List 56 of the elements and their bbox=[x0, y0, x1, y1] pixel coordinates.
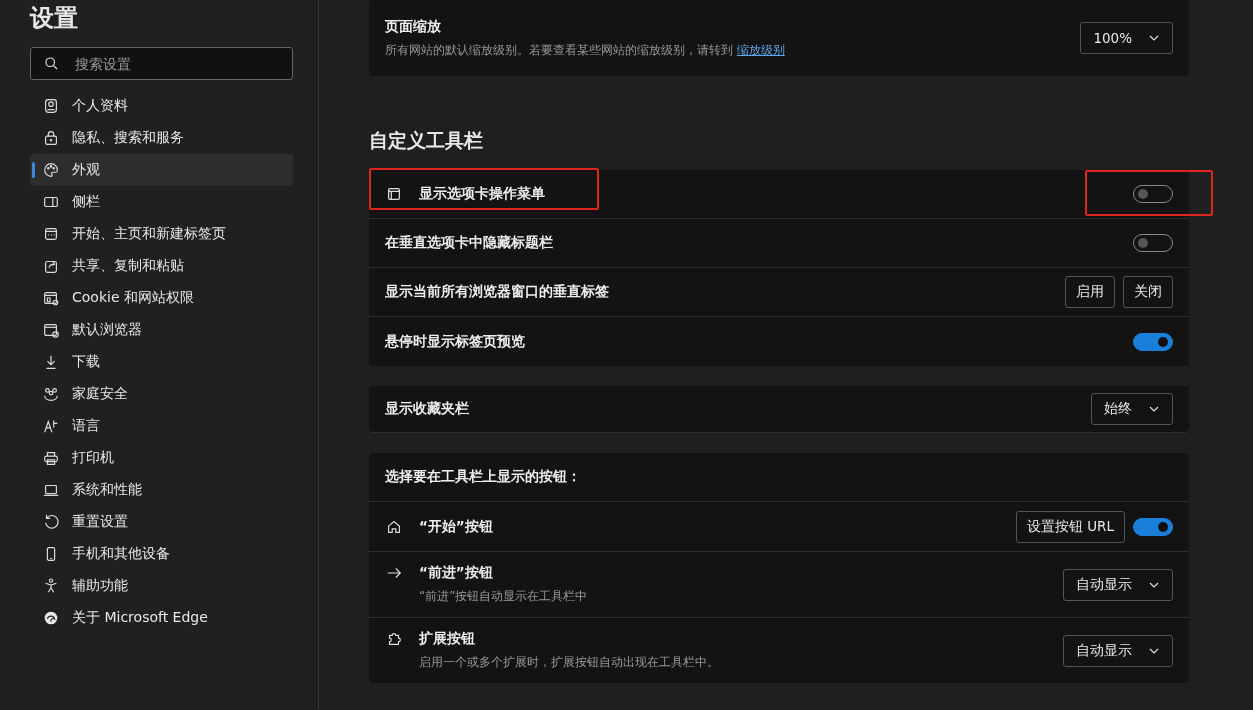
sidebar-item[interactable]: 关于 Microsoft Edge bbox=[30, 602, 293, 634]
setting-label: 显示当前所有浏览器窗口的垂直标签 bbox=[385, 283, 609, 301]
setting-label: “开始”按钮 bbox=[419, 517, 493, 536]
page-icon bbox=[42, 225, 60, 243]
site-settings-icon bbox=[42, 289, 60, 307]
visibility-dropdown[interactable]: 自动显示 bbox=[1063, 568, 1173, 601]
sidebar-item[interactable]: 重置设置 bbox=[30, 506, 293, 538]
sidebar-item[interactable]: Cookie 和网站权限 bbox=[30, 282, 293, 314]
sidebar-item[interactable]: 手机和其他设备 bbox=[30, 538, 293, 570]
sidebar-item[interactable]: 家庭安全 bbox=[30, 378, 293, 410]
palette-icon bbox=[42, 161, 60, 179]
toggle-switch[interactable] bbox=[1133, 517, 1173, 536]
search-icon bbox=[43, 55, 60, 72]
printer-icon bbox=[42, 449, 60, 467]
set-url-button[interactable]: 设置按钮 URL bbox=[1015, 510, 1125, 543]
setting-label: 悬停时显示标签页预览 bbox=[385, 332, 525, 351]
sidebar-item[interactable]: 外观 bbox=[30, 154, 293, 186]
window-icon bbox=[385, 185, 403, 203]
setting-description: 所有网站的默认缩放级别。若要查看某些网站的缩放级别，请转到 缩放级别 bbox=[385, 41, 785, 59]
sidebar-item[interactable]: 共享、复制和粘贴 bbox=[30, 250, 293, 282]
language-icon bbox=[42, 417, 60, 435]
option-button[interactable]: 关闭 bbox=[1123, 276, 1173, 308]
card-header: 选择要在工具栏上显示的按钮： bbox=[385, 468, 581, 486]
sidebar-item[interactable]: 打印机 bbox=[30, 442, 293, 474]
setting-description: 启用一个或多个扩展时，扩展按钮自动出现在工具栏中。 bbox=[419, 654, 719, 671]
family-icon bbox=[42, 385, 60, 403]
browser-icon bbox=[42, 321, 60, 339]
setting-label: 显示收藏夹栏 bbox=[385, 400, 469, 418]
setting-label: 页面缩放 bbox=[385, 17, 442, 36]
reset-icon bbox=[42, 513, 60, 531]
sidebar-item[interactable]: 下载 bbox=[30, 346, 293, 378]
setting-label: 扩展按钮 bbox=[419, 630, 476, 648]
setting-label: 在垂直选项卡中隐藏标题栏 bbox=[385, 234, 553, 252]
setting-label: 显示选项卡操作菜单 bbox=[419, 185, 545, 203]
setting-description: “前进”按钮自动显示在工具栏中 bbox=[419, 588, 588, 605]
setting-label: “前进”按钮 bbox=[419, 564, 494, 582]
visibility-dropdown[interactable]: 自动显示 bbox=[1063, 634, 1173, 667]
zoom-level-link[interactable]: 缩放级别 bbox=[736, 42, 785, 57]
section-heading: 自定义工具栏 bbox=[369, 128, 483, 153]
settings-title: 设置 bbox=[30, 4, 78, 34]
sidebar-item[interactable]: 个人资料 bbox=[30, 90, 293, 122]
sidebar-item[interactable]: 语言 bbox=[30, 410, 293, 442]
toggle-switch[interactable] bbox=[1133, 332, 1173, 351]
zoom-dropdown[interactable]: 100% bbox=[1080, 22, 1173, 54]
lock-icon bbox=[42, 129, 60, 147]
option-button[interactable]: 启用 bbox=[1065, 276, 1115, 308]
profile-icon bbox=[42, 97, 60, 115]
sidebar-item[interactable]: 辅助功能 bbox=[30, 570, 293, 602]
sidebar-item[interactable]: 侧栏 bbox=[30, 186, 293, 218]
sidebar-item[interactable]: 隐私、搜索和服务 bbox=[30, 122, 293, 154]
sidebar-item[interactable]: 默认浏览器 bbox=[30, 314, 293, 346]
sidebar-item[interactable]: 系统和性能 bbox=[30, 474, 293, 506]
sidebar-item[interactable]: 开始、主页和新建标签页 bbox=[30, 218, 293, 250]
favorites-dropdown[interactable]: 始终 bbox=[1091, 393, 1173, 425]
edge-logo-icon bbox=[42, 609, 60, 627]
search-field[interactable]: 搜索设置 bbox=[30, 47, 293, 80]
